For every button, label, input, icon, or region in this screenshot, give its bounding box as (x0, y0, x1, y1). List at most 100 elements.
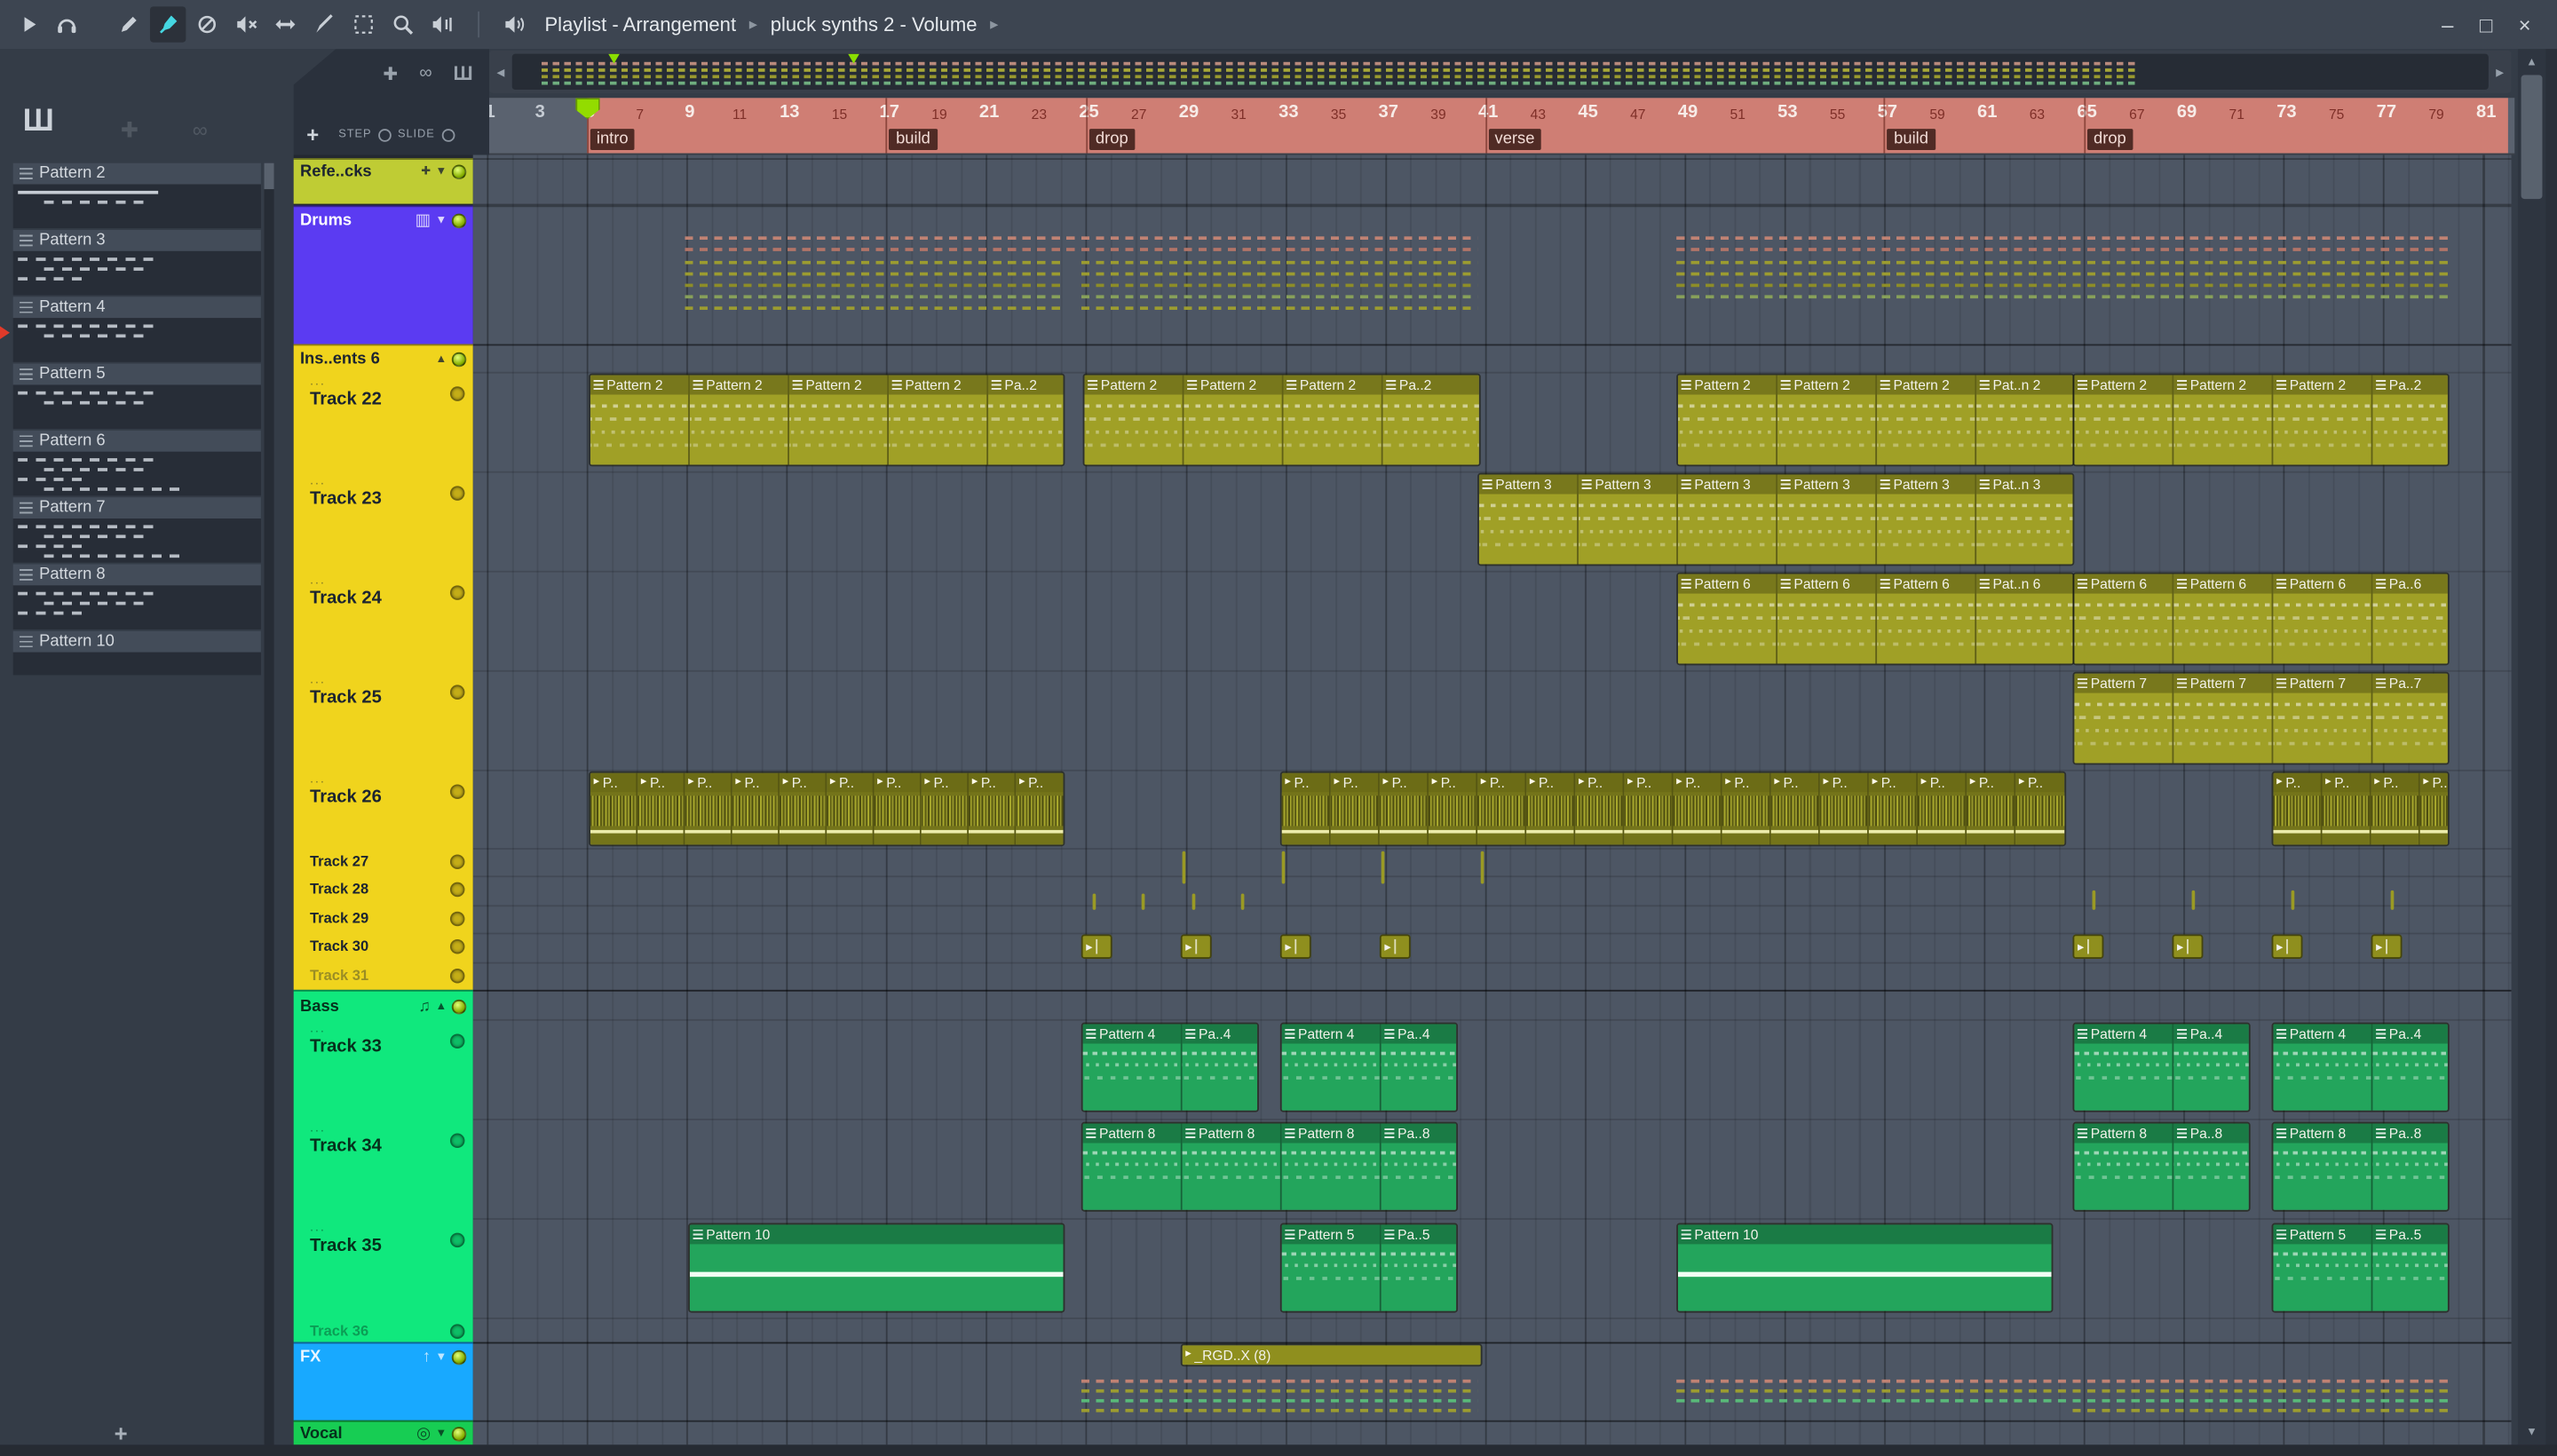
clip-segment-header[interactable]: ▸ P.. (1819, 772, 1868, 793)
scroll-left-icon[interactable]: ◄ (489, 51, 512, 93)
clip-body[interactable] (637, 792, 684, 845)
led-indicator[interactable] (449, 784, 465, 799)
clip-segment[interactable]: Pattern 2 (1777, 375, 1878, 465)
brush-icon[interactable] (149, 6, 186, 43)
clip-body[interactable] (1281, 1244, 1380, 1311)
clip-segment-header[interactable]: ▸ P.. (1477, 772, 1525, 793)
clip-segment-header[interactable]: ▸ P.. (2015, 772, 2065, 793)
clip-segment-header[interactable]: ▸ P.. (685, 772, 731, 793)
clip-body[interactable] (1877, 593, 1975, 664)
clip-segment[interactable]: ▸ P.. (1917, 772, 1967, 845)
clip-segment-header[interactable]: Pat..n 2 (1976, 375, 2073, 395)
clip-body[interactable] (1379, 792, 1428, 845)
led-indicator[interactable] (449, 1033, 465, 1049)
clip-segment[interactable]: ▸ P.. (1281, 772, 1331, 845)
track-options-dots[interactable]: ... (310, 772, 326, 787)
clip-segment-header[interactable]: ▸ P.. (732, 772, 779, 793)
clip-pattern-2[interactable]: Pattern 2 Pattern 2 Pattern 2 Pattern 2 Pa..… (589, 373, 1065, 467)
horizontal-scrollbar[interactable]: ◄ ► (489, 50, 2512, 93)
mini-audio-clip[interactable]: ▸ (1279, 934, 1311, 959)
clip-segment[interactable]: Pattern 3 (1877, 474, 1977, 565)
pattern-list-item[interactable]: Pattern 2 (12, 162, 261, 229)
pattern-list-item[interactable]: Pattern 3 (12, 229, 261, 296)
track-group-header[interactable]: Refe..cks ✚ ▼ (294, 160, 473, 183)
clip-body[interactable] (2074, 593, 2173, 664)
clip-segment-header[interactable]: Pa..6 (2372, 574, 2448, 594)
clip-body[interactable] (2273, 1244, 2371, 1311)
clip-body[interactable] (1428, 792, 1476, 845)
clip-segment-header[interactable]: Pattern 8 (2074, 1123, 2173, 1143)
clip-body[interactable] (2372, 394, 2448, 465)
track-options-dots[interactable]: ... (310, 375, 326, 388)
clip-segment[interactable]: Pattern 5 (1281, 1224, 1381, 1311)
clip-segment[interactable]: Pat..n 2 (1976, 375, 2073, 465)
clip-segment[interactable]: Pattern 8 (1082, 1123, 1183, 1210)
pattern-item-header[interactable]: Pattern 6 (12, 430, 261, 452)
note-tick-clip[interactable] (1240, 893, 1245, 910)
clip-body[interactable] (1182, 1043, 1258, 1111)
led-indicator[interactable] (451, 212, 467, 228)
clip-segment-header[interactable]: ▸ P.. (1428, 772, 1476, 793)
clip-p-[interactable]: ▸ P.. ▸ P.. ▸ P.. ▸ P.. (2271, 771, 2450, 847)
pattern-item-header[interactable]: Pattern 4 (12, 297, 261, 319)
track-track-35[interactable]: ... Track 35 (294, 1220, 473, 1319)
clip-segment-header[interactable]: ▸ P.. (874, 772, 920, 793)
clip-body[interactable] (2173, 1143, 2249, 1210)
note-tick-clip[interactable] (1182, 851, 1186, 884)
clip-body[interactable] (1182, 1143, 1280, 1210)
clip-body[interactable] (1082, 1143, 1181, 1210)
pencil-icon[interactable] (111, 6, 146, 42)
clip-segment[interactable]: ▸ P.. (2322, 772, 2371, 845)
clip-pattern-2[interactable]: Pattern 2 Pattern 2 Pattern 2 Pa..2 (2072, 373, 2450, 467)
chevron-up-icon[interactable]: ▲ (436, 354, 447, 366)
close-button[interactable]: × (2519, 12, 2531, 37)
led-indicator[interactable] (449, 911, 465, 927)
clip-segment-header[interactable]: Pa..4 (1381, 1024, 1457, 1044)
track-track-29[interactable]: Track 29 (294, 906, 473, 934)
clip-body[interactable] (1281, 1043, 1380, 1111)
clip-body[interactable] (788, 394, 888, 465)
clip-segment[interactable]: ▸ P.. (1330, 772, 1380, 845)
clip-segment-header[interactable]: ▸ P.. (779, 772, 826, 793)
clip-segment[interactable]: Pa..6 (2372, 574, 2448, 664)
pattern-item-header[interactable]: Pattern 10 (12, 630, 261, 653)
clip-body[interactable] (1084, 394, 1183, 465)
link-icon[interactable]: ∞ (419, 64, 431, 83)
clip-segment[interactable]: Pattern 7 (2074, 673, 2174, 764)
clip-body[interactable] (1976, 394, 2073, 465)
arrangement-marker[interactable]: intro (590, 129, 635, 150)
clip-segment-header[interactable]: Pa..2 (988, 375, 1064, 395)
arrangement-marker[interactable]: build (889, 129, 938, 150)
clip-segment-header[interactable]: Pa..5 (2372, 1224, 2448, 1245)
clip-segment-header[interactable]: Pat..n 3 (1976, 474, 2073, 495)
clip-body[interactable] (2372, 1043, 2448, 1111)
note-tick-clip[interactable] (1381, 851, 1385, 884)
clip-segment-header[interactable]: Pa..8 (2173, 1123, 2249, 1143)
clip-pattern-7[interactable]: Pattern 7 Pattern 7 Pattern 7 Pa..7 (2072, 671, 2450, 765)
clip-body[interactable] (2371, 792, 2418, 845)
led-indicator[interactable] (449, 585, 465, 600)
clip-segment-header[interactable]: ▸ P.. (1967, 772, 2015, 793)
track-options-dots[interactable]: ... (310, 1221, 326, 1235)
clip-body[interactable] (889, 394, 987, 465)
clip-segment[interactable]: ▸ _RGD..X (8) (1182, 1345, 1481, 1365)
clip-segment-header[interactable]: Pattern 8 (1281, 1123, 1380, 1143)
clip-segment-header[interactable]: Pattern 2 (1184, 375, 1282, 395)
clip-body[interactable] (2074, 1143, 2173, 1210)
clip-body[interactable] (874, 792, 920, 845)
clip-pattern-4[interactable]: Pattern 4 Pa..4 (1081, 1022, 1259, 1112)
clip-body[interactable] (1381, 1244, 1457, 1311)
clip-segment[interactable]: Pa..7 (2372, 673, 2448, 764)
note-tick-clip[interactable] (2092, 890, 2096, 910)
clip-segment-header[interactable]: Pattern 2 (889, 375, 987, 395)
clip-segment[interactable]: ▸ P.. (1819, 772, 1869, 845)
minimap[interactable] (511, 53, 2489, 91)
clip-segment[interactable]: Pattern 5 (2273, 1224, 2373, 1311)
headphones-icon[interactable] (51, 8, 83, 41)
clip-body[interactable] (1624, 792, 1672, 845)
clip-segment[interactable]: Pattern 3 (1677, 474, 1778, 565)
clip-segment-header[interactable]: ▸ P.. (1624, 772, 1672, 793)
clip-body[interactable] (2273, 1043, 2371, 1111)
vertical-scrollbar-thumb[interactable] (2521, 75, 2543, 200)
clip-body[interactable] (1526, 792, 1574, 845)
